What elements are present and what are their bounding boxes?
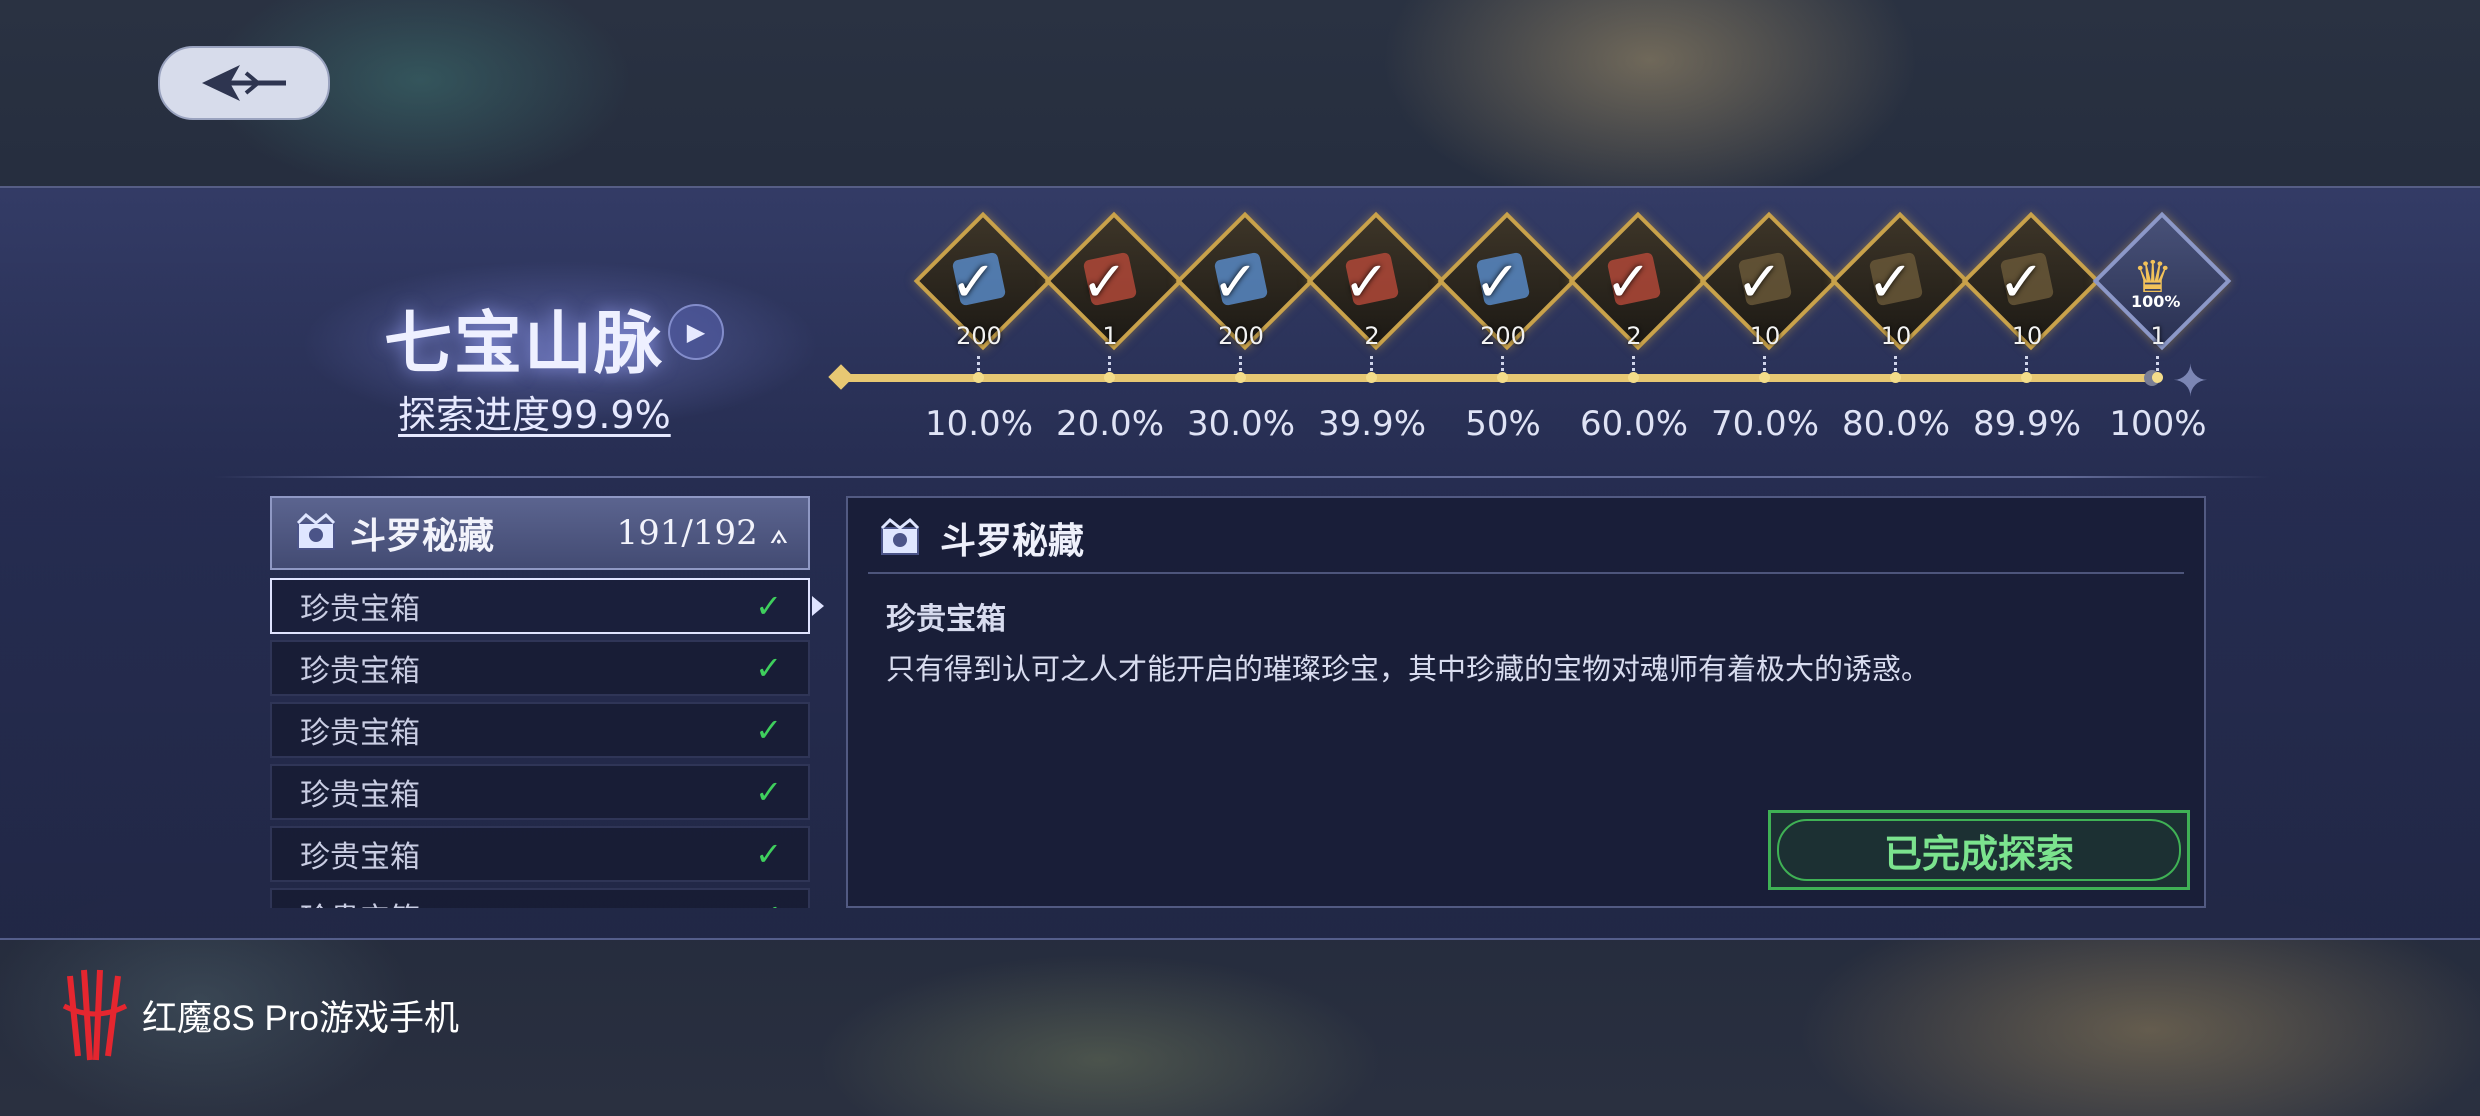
- play-arrow-icon: ▶: [686, 318, 706, 346]
- milestone-dot: [1890, 372, 1901, 383]
- brand-text: 红魔8S Pro游戏手机: [142, 998, 460, 1038]
- brand-watermark: 红魔8S Pro游戏手机: [60, 966, 459, 1064]
- milestone[interactable]: ✓ 200: [913, 211, 1053, 402]
- region-title: 七宝山脉: [384, 304, 665, 384]
- milestone-dot: [1497, 372, 1508, 383]
- checkmark-icon: ✓: [755, 587, 782, 625]
- checkmark-icon: ✓: [1343, 250, 1390, 315]
- list-item-label: 珍贵宝箱: [300, 716, 420, 751]
- category-title: 斗罗秘藏: [350, 515, 495, 557]
- list-item-label: 珍贵宝箱: [300, 778, 420, 813]
- detail-divider: [868, 572, 2184, 574]
- back-button[interactable]: [158, 46, 330, 120]
- milestone-dot: [2152, 372, 2163, 383]
- list-item-label: 珍贵宝箱: [300, 654, 420, 689]
- milestone[interactable]: ✓ 200: [1175, 211, 1315, 402]
- milestone-reward-count: 200: [1218, 322, 1264, 350]
- crest-icon: [296, 513, 336, 550]
- crest-icon: [880, 518, 920, 555]
- milestone[interactable]: ✓ 2: [1568, 211, 1708, 402]
- milestone-badge: 100%: [2131, 292, 2181, 311]
- milestone[interactable]: ♛ 100% 1: [2092, 211, 2232, 402]
- detail-title: 斗罗秘藏: [940, 520, 1085, 562]
- checkmark-icon: ✓: [1605, 250, 1652, 315]
- milestone-dot: [973, 372, 984, 383]
- milestone[interactable]: ✓ 10: [1830, 211, 1970, 402]
- exploration-complete-button[interactable]: 已完成探索: [1768, 810, 2190, 890]
- category-header[interactable]: 斗罗秘藏 191/192 ⟑: [270, 496, 810, 570]
- checkmark-icon: ✓: [755, 773, 782, 811]
- milestone-reward-count: 2: [1626, 322, 1642, 350]
- divider: [214, 476, 2270, 478]
- milestone-reward-count: 1: [1102, 322, 1118, 350]
- collapse-icon: ⟑: [769, 515, 788, 551]
- milestone[interactable]: ✓ 10: [1699, 211, 1839, 402]
- milestone-dot: [1366, 372, 1377, 383]
- detail-panel: 斗罗秘藏 珍贵宝箱 只有得到认可之人才能开启的璀璨珍宝，其中珍藏的宝物对魂师有着…: [846, 496, 2206, 908]
- category-count: 191/192: [616, 513, 758, 553]
- checkmark-icon: ✓: [1474, 250, 1521, 315]
- checkmark-icon: ✓: [755, 649, 782, 687]
- milestone-dot: [1759, 372, 1770, 383]
- milestone-percent: 100%: [2109, 404, 2207, 444]
- list-item[interactable]: 珍贵宝箱 ✓: [270, 640, 810, 696]
- milestone-dot: [1235, 372, 1246, 383]
- list-item[interactable]: 珍贵宝箱 ✓: [270, 578, 810, 634]
- list-item[interactable]: 珍贵宝箱 ✓: [270, 702, 810, 758]
- milestone-reward-count: 10: [1880, 322, 1912, 350]
- checkmark-icon: ✓: [755, 711, 782, 749]
- exploration-complete-label: 已完成探索: [1883, 830, 2074, 876]
- list-item-label: 珍贵宝箱: [300, 894, 420, 908]
- treasure-list: 珍贵宝箱 ✓ 珍贵宝箱 ✓ 珍贵宝箱 ✓ 珍贵宝箱 ✓ 珍贵宝箱 ✓ 珍贵宝箱 …: [270, 578, 810, 908]
- detail-description: 只有得到认可之人才能开启的璀璨珍宝，其中珍藏的宝物对魂师有着极大的诱惑。: [886, 652, 1931, 686]
- milestone-reward-count: 1: [2150, 322, 2166, 350]
- back-arrow-icon: [202, 65, 286, 101]
- milestone-dot: [2021, 372, 2032, 383]
- region-info-button[interactable]: ▶: [668, 304, 724, 360]
- checkmark-icon: ✓: [1212, 250, 1259, 315]
- milestone-dot: [1104, 372, 1115, 383]
- list-item[interactable]: 珍贵宝箱 ✓: [270, 764, 810, 820]
- milestone-reward-count: 10: [1749, 322, 1781, 350]
- detail-item-name: 珍贵宝箱: [886, 602, 1006, 637]
- checkmark-icon: ✓: [1081, 250, 1128, 315]
- milestone-reward-count: 2: [1364, 322, 1380, 350]
- checkmark-icon: ✓: [755, 835, 782, 873]
- red-magic-logo-icon: [62, 969, 128, 1061]
- list-item-label: 珍贵宝箱: [300, 840, 420, 875]
- milestone-reward-count: 10: [2011, 322, 2043, 350]
- exploration-progress: 探索进度99.9%: [398, 393, 671, 437]
- checkmark-icon: ✓: [1867, 250, 1914, 315]
- selection-pointer: [812, 596, 824, 616]
- list-item-label: 珍贵宝箱: [300, 592, 420, 627]
- milestone[interactable]: ✓ 10: [1961, 211, 2101, 402]
- milestone[interactable]: ✓ 1: [1044, 211, 1184, 402]
- checkmark-icon: ✓: [755, 897, 782, 908]
- list-item[interactable]: 珍贵宝箱 ✓: [270, 826, 810, 882]
- checkmark-icon: ✓: [950, 250, 997, 315]
- milestone[interactable]: ✓ 2: [1306, 211, 1446, 402]
- checkmark-icon: ✓: [1998, 250, 2045, 315]
- list-item[interactable]: 珍贵宝箱 ✓: [270, 888, 810, 908]
- checkmark-icon: ✓: [1736, 250, 1783, 315]
- milestone-reward-count: 200: [956, 322, 1002, 350]
- milestone-dot: [1628, 372, 1639, 383]
- milestone-reward-count: 200: [1480, 322, 1526, 350]
- milestone[interactable]: ✓ 200: [1437, 211, 1577, 402]
